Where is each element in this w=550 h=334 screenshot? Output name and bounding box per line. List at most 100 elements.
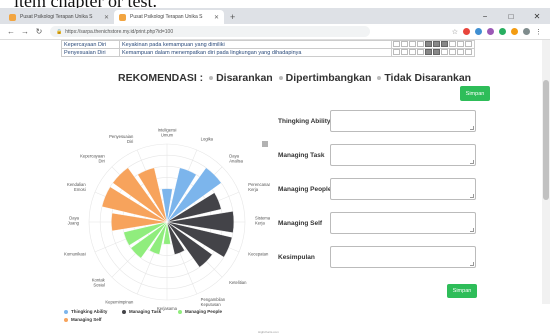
save-button-bottom[interactable]: Simpan [447, 284, 477, 298]
axis-category-label-line: Kerja [255, 221, 265, 226]
axis-category-label: Kepercayaan Diri [80, 153, 105, 163]
table-row: Penyesuaian Diri Kemampuan dalam menempa… [61, 48, 475, 57]
save-button-top[interactable]: Simpan [460, 86, 490, 101]
legend-label: Managing Self [71, 317, 102, 322]
tab-label: Pusat Psikologi Terapan Unika S [20, 14, 93, 20]
rating-dot[interactable] [449, 49, 456, 56]
legend-item[interactable]: Managing Self [64, 317, 102, 322]
managing-task-textarea[interactable] [330, 144, 476, 166]
legend-item[interactable]: Managing People [178, 309, 222, 314]
extension-icon[interactable] [463, 28, 470, 35]
kesimpulan-textarea[interactable] [330, 246, 476, 268]
rating-dot[interactable] [441, 41, 448, 48]
legend-swatch [64, 309, 68, 314]
rating-dot[interactable] [465, 41, 472, 48]
menu-kebab-icon[interactable]: ⋮ [535, 28, 542, 36]
rating-dot[interactable] [425, 41, 432, 48]
axis-category-label: Logika [201, 137, 214, 142]
close-window-button[interactable]: ✕ [524, 8, 550, 24]
option-dipertimbangkan[interactable]: Dipertimbangkan [286, 72, 372, 84]
legend-label: Thingking Ability [71, 309, 108, 314]
field-label: Managing Task [278, 152, 325, 159]
aspect-desc: Keyakinan pada kemampuan yang dimiliki [119, 40, 392, 49]
browser-tab-1[interactable]: Pusat Psikologi Terapan Unika S ✕ [4, 10, 114, 24]
managing-self-textarea[interactable] [330, 212, 476, 234]
axis-category-label: Daya Juang [68, 216, 80, 226]
legend-label: Managing People [185, 309, 223, 314]
axis-category-label-line: Komunikasi [64, 252, 86, 257]
axis-category-label: Penyesuaian Diri [109, 134, 134, 144]
rating-dot[interactable] [417, 49, 424, 56]
minimize-button[interactable]: − [472, 8, 498, 24]
rating-dot[interactable] [393, 41, 400, 48]
axis-category-label: PerencanaanKerja [248, 182, 270, 192]
rating-dot[interactable] [457, 41, 464, 48]
rating-dot[interactable] [409, 41, 416, 48]
field-label: Kesimpulan [278, 254, 315, 261]
url-field[interactable]: 🔒 https://sarpa.thenichstore.my.id/print… [50, 26, 370, 37]
rekomendasi-title: REKOMENDASI : [118, 72, 204, 84]
legend-swatch [122, 309, 126, 314]
back-arrow-icon[interactable]: ← [4, 27, 18, 36]
managing-people-textarea[interactable] [330, 178, 476, 200]
window-controls: − □ ✕ [472, 8, 550, 24]
axis-category-label: Komunikasi [64, 252, 86, 257]
rating-dot[interactable] [465, 49, 472, 56]
extension-icon[interactable] [487, 28, 494, 35]
rating-dot[interactable] [449, 41, 456, 48]
rating-dot[interactable] [425, 49, 432, 56]
profile-avatar[interactable] [523, 28, 530, 35]
radio-icon[interactable] [209, 76, 214, 81]
axis-category-label: SistematikaKerja [255, 216, 270, 226]
extension-icon[interactable] [475, 28, 482, 35]
rating-dot[interactable] [433, 41, 440, 48]
rating-dot[interactable] [401, 49, 408, 56]
polar-chart: Inteligensi Umum Logika Daya Analisa Perencan… [64, 128, 270, 312]
legend-item[interactable]: Managing Task [122, 309, 161, 314]
chart-menu-icon[interactable] [262, 141, 268, 147]
radio-icon[interactable] [278, 76, 283, 81]
forward-arrow-icon[interactable]: → [18, 27, 32, 36]
extension-icon[interactable] [499, 28, 506, 35]
rating-dot[interactable] [393, 49, 400, 56]
table-row: Kepercayaan Diri Keyakinan pada kemampua… [61, 40, 475, 49]
axis-category-label-line: Kerja [248, 187, 258, 192]
legend-item[interactable]: Thingking Ability [64, 309, 107, 314]
browser-window: Pusat Psikologi Terapan Unika S ✕ Pusat … [0, 8, 550, 334]
legend-label: Managing Task [129, 309, 162, 314]
axis-category-label-line: Emosi [74, 187, 86, 192]
browser-tab-2[interactable]: Pusat Psikologi Terapan Unika S ✕ [114, 10, 224, 24]
rating-dot[interactable] [457, 49, 464, 56]
axis-category-label: Pengambilan Keputusan [201, 297, 226, 307]
new-tab-button[interactable]: + [224, 10, 241, 24]
scrollbar-thumb[interactable] [543, 80, 549, 200]
extension-icons: ☆ ⋮ [452, 28, 546, 36]
extension-icon[interactable] [511, 28, 518, 35]
option-tidak-disarankan[interactable]: Tidak Disarankan [384, 72, 471, 84]
axis-category-label-line: Ketelitian [229, 280, 247, 285]
rating-dot[interactable] [433, 49, 440, 56]
chart-credit[interactable]: Highcharts.com [258, 330, 279, 334]
radio-icon[interactable] [377, 76, 382, 81]
thinking-ability-textarea[interactable] [330, 110, 476, 132]
favicon-icon [9, 13, 16, 21]
tab-close-icon[interactable]: ✕ [214, 14, 219, 21]
rating-dot[interactable] [409, 49, 416, 56]
axis-category-label: Ketelitian [229, 280, 247, 285]
field-label: Managing Self [278, 220, 323, 227]
page-scrollbar[interactable] [542, 40, 550, 304]
axis-category-label: Kendalian Emosi [67, 182, 86, 192]
rating-dot[interactable] [417, 41, 424, 48]
tab-close-icon[interactable]: ✕ [104, 14, 109, 21]
axis-category-label: Inteligensi Umum [158, 128, 177, 138]
lock-icon: 🔒 [56, 28, 63, 35]
axis-category-label: Daya Analisa [229, 153, 243, 163]
rating-dot[interactable] [401, 41, 408, 48]
star-icon[interactable]: ☆ [452, 28, 458, 36]
maximize-button[interactable]: □ [498, 8, 524, 24]
axis-category-label-line: Juang [68, 221, 80, 226]
reload-icon[interactable]: ↻ [32, 27, 46, 36]
rating-dot[interactable] [441, 49, 448, 56]
option-disarankan[interactable]: Disarankan [216, 72, 273, 84]
tab-bar: Pusat Psikologi Terapan Unika S ✕ Pusat … [0, 8, 550, 24]
